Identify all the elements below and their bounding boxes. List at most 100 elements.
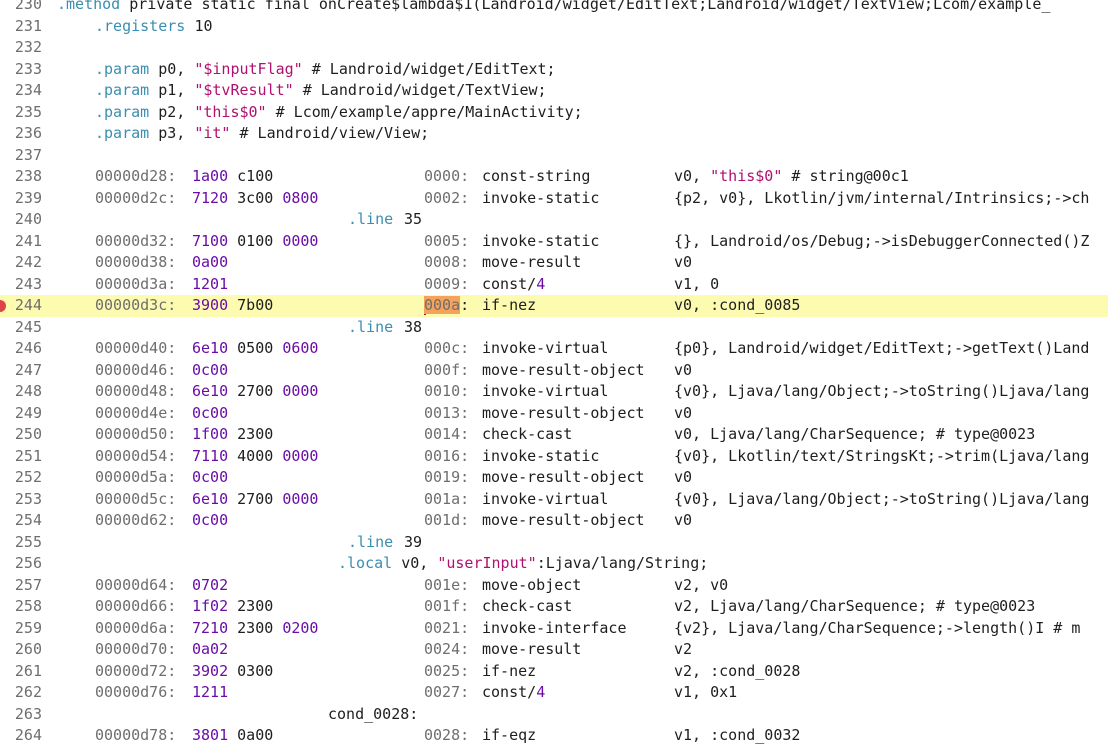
param-line: .param p2, "this$0" # Lcom/example/appre… (95, 102, 583, 124)
code-line[interactable]: 246 00000d40: 6e10 0500 0600 000c: invoke-vi… (0, 338, 1108, 360)
arguments: v2, :cond_0028 (674, 661, 800, 683)
code-line[interactable]: 248 00000d48: 6e10 2700 0000 0010: invoke-vi… (0, 381, 1108, 403)
code-line[interactable]: 236 .param p3, "it" # Landroid/view/View; (0, 123, 1108, 145)
byte-word: 2700 (237, 382, 274, 400)
byte-word: 0800 (282, 188, 319, 207)
code-line[interactable]: 251 00000d54: 7110 4000 0000 0016: invoke-st… (0, 446, 1108, 468)
byte-word: 0a00 (237, 726, 274, 744)
code-line[interactable]: 249 00000d4e: 0c00 0013: move-result-object v… (0, 403, 1108, 425)
directive-keyword: .line (348, 317, 394, 336)
code-content: .line 35 (57, 209, 1108, 231)
bytecode: 1f00 2300 (192, 424, 273, 446)
args-text: v1, 0x1 (674, 683, 738, 701)
byte-word: 0200 (282, 618, 319, 637)
offset: 0010: (424, 382, 470, 400)
offset: 001f: (424, 597, 470, 615)
args-text: {v0}, Ljava/lang/Object;->toString()Ljav… (674, 489, 1090, 508)
bytecode: 0c00 (192, 510, 228, 532)
address: 00000d3a: (95, 274, 177, 293)
line-number: 264 (14, 726, 42, 744)
code-line[interactable]: 252 00000d5a: 0c00 0019: move-result-object v… (0, 467, 1108, 489)
code-content: 00000d2c: 7120 3c00 0800 0002: invoke-stati… (57, 188, 1108, 210)
code-line[interactable]: 263 cond_0028: (0, 704, 1108, 726)
directive-keyword: .param (95, 59, 159, 78)
opcode-name: invoke-virtual (482, 382, 609, 400)
offset: 0021: (424, 618, 470, 637)
param-type: # Landroid/widget/TextView; (293, 81, 547, 99)
code-line[interactable]: 247 00000d46: 0c00 000f: move-result-object v… (0, 360, 1108, 382)
code-line[interactable]: 240 .line 35 (0, 209, 1108, 231)
byte-word: 0000 (282, 231, 319, 250)
byte-word: 2700 (237, 489, 274, 508)
directive-keyword: .param (95, 81, 159, 99)
code-line[interactable]: 232 (0, 37, 1108, 59)
code-line[interactable]: 256 .local v0, "userInput":Ljava/lang/Str… (0, 553, 1108, 575)
bytecode: 7210 2300 0200 (192, 618, 318, 640)
line-number: 262 (14, 683, 42, 701)
code-line[interactable]: 257 00000d64: 0702 001e: move-object v2, v0 (0, 575, 1108, 597)
code-editor[interactable]: 230 .method private static final onCreate… (0, 0, 1108, 747)
opcode-name: move-result-object (482, 403, 645, 422)
opcode-name: move-object (482, 575, 582, 594)
bytecode: 3801 0a00 (192, 725, 273, 747)
code-line[interactable]: 262 00000d76: 1211 0027: const/4 v1, 0x1 (0, 682, 1108, 704)
arguments: v0, "this$0" # string@00c1 (674, 166, 909, 188)
code-line[interactable]: 237 (0, 145, 1108, 167)
bytecode: 6e10 2700 0000 (192, 381, 318, 403)
code-line[interactable]: 259 00000d6a: 7210 2300 0200 0021: invoke-in… (0, 618, 1108, 640)
code-line[interactable]: 230 .method private static final onCreate… (0, 0, 1108, 16)
offset: 001e: (424, 575, 470, 594)
code-line[interactable]: 238 00000d28: 1a00 c100 0000: const-string v0… (0, 166, 1108, 188)
address: 00000d28: (95, 167, 177, 185)
param-register: p2, (158, 102, 195, 121)
arguments: v0 (674, 360, 692, 382)
code-line[interactable]: 241 00000d32: 7100 0100 0000 0005: invoke-st… (0, 231, 1108, 253)
args-text: v0 (674, 403, 693, 422)
local-name: "userInput" (437, 554, 537, 572)
byte-word: 0100 (237, 231, 274, 250)
opcode-name: if-nez (482, 296, 537, 314)
code-line[interactable]: 245 .line 38 (0, 317, 1108, 339)
code-line[interactable]: 261 00000d72: 3902 0300 0025: if-nez v2, :con… (0, 661, 1108, 683)
label: cond_0028: (328, 704, 419, 723)
opcode-name: move-result (482, 640, 582, 658)
args-text: v1, :cond_0032 (674, 726, 801, 744)
code-line[interactable]: 254 00000d62: 0c00 001d: move-result-object v… (0, 510, 1108, 532)
code-content: 00000d62: 0c00 001d: move-result-object v0 (57, 510, 1108, 532)
code-line[interactable]: 239 00000d2c: 7120 3c00 0800 0002: invoke-st… (0, 188, 1108, 210)
line-number: 241 (14, 231, 42, 250)
line-number: 260 (14, 640, 42, 658)
param-type: # Lcom/example/appre/MainActivity; (266, 102, 583, 121)
code-line[interactable]: 253 00000d5c: 6e10 2700 0000 001a: invoke-vi… (0, 489, 1108, 511)
code-line[interactable]: 243 00000d3a: 1201 0009: const/4 v1, 0 (0, 274, 1108, 296)
code-line[interactable]: 264 00000d78: 3801 0a00 0028: if-eqz v1, :con… (0, 725, 1108, 747)
local-declaration: .local v0, "userInput":Ljava/lang/String… (338, 553, 708, 575)
opcode-name: move-result-object (482, 468, 645, 486)
code-content (57, 37, 1108, 59)
code-line[interactable]: 244 00000d3c: 3900 7b00 000a: if-nez v0, :con… (0, 295, 1108, 317)
code-line[interactable]: 235 .param p2, "this$0" # Lcom/example/ap… (0, 102, 1108, 124)
byte-word: 0a00 (192, 253, 229, 271)
param-line: .param p0, "$inputFlag" # Landroid/widge… (95, 59, 556, 81)
code-line[interactable]: 255 .line 39 (0, 532, 1108, 554)
opcode: if-nez (482, 661, 536, 683)
line-number: 230 (14, 0, 42, 13)
arguments: {v0}, Lkotlin/text/StringsKt;->trim(Ljav… (674, 446, 1089, 468)
param-line: .param p3, "it" # Landroid/view/View; (95, 123, 429, 145)
code-line[interactable]: 260 00000d70: 0a02 0024: move-result v2 (0, 639, 1108, 661)
opcode: const/4 (482, 682, 545, 704)
args-string: "this$0" (710, 167, 783, 185)
code-line[interactable]: 231 .registers 10 (0, 16, 1108, 38)
line-value: 35 (404, 210, 423, 228)
code-content: 00000d38: 0a00 0008: move-result v0 (57, 252, 1108, 274)
code-line[interactable]: 242 00000d38: 0a00 0008: move-result v0 (0, 252, 1108, 274)
code-line[interactable]: 233 .param p0, "$inputFlag" # Landroid/wi… (0, 59, 1108, 81)
args-comment: # string@00c1 (782, 167, 909, 185)
bytecode: 0a02 (192, 639, 228, 661)
code-line[interactable]: 250 00000d50: 1f00 2300 0014: check-cast v0, … (0, 424, 1108, 446)
param-register: p3, (158, 124, 195, 142)
code-line[interactable]: 234 .param p1, "$tvResult" # Landroid/wid… (0, 80, 1108, 102)
code-line[interactable]: 258 00000d66: 1f02 2300 001f: check-cast v2, … (0, 596, 1108, 618)
